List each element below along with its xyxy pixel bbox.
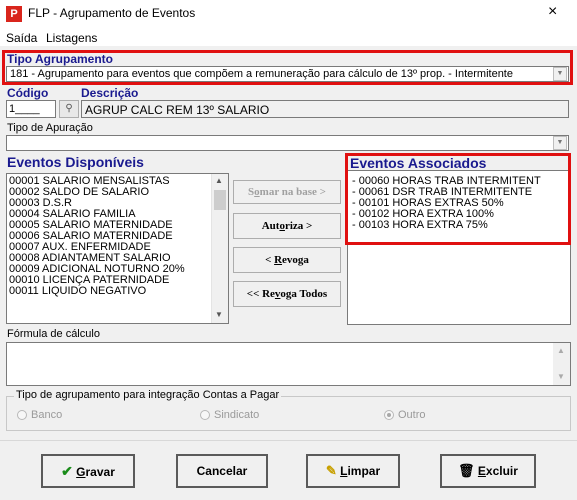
- eventos-associados-items: - 00060 HORAS TRAB INTERMITENT - 00061 D…: [352, 176, 541, 231]
- tipo-agrupamento-value: 181 - Agrupamento para eventos que compõ…: [10, 68, 513, 80]
- button-label: oga Todos: [280, 288, 328, 300]
- radio-outro-label: Outro: [398, 409, 426, 421]
- broom-icon: ✎: [325, 463, 337, 478]
- app-logo-icon: P: [6, 6, 22, 22]
- window-title: FLP - Agrupamento de Eventos: [28, 6, 196, 20]
- button-label: <: [265, 254, 275, 266]
- formula-label: Fórmula de cálculo: [7, 328, 100, 340]
- trash-icon: 🗑: [458, 463, 475, 478]
- revoga-todos-button[interactable]: << Revoga Todos: [233, 281, 341, 307]
- button-label: mar na base >: [259, 186, 326, 198]
- button-label: xcluir: [485, 464, 518, 478]
- checkmark-icon: ✔: [61, 463, 73, 479]
- list-scrollbar[interactable]: ▲ ▼: [211, 174, 228, 323]
- button-label: riza >: [284, 220, 313, 232]
- gravar-button[interactable]: ✔ Gravar: [41, 454, 135, 488]
- button-label: << Re: [246, 288, 275, 300]
- list-item[interactable]: 00011 LIQUIDO NEGATIVO: [9, 286, 185, 297]
- codigo-label: Código: [7, 86, 49, 100]
- tipo-apuracao-label: Tipo de Apuração: [7, 122, 93, 134]
- descricao-input[interactable]: AGRUP CALC REM 13º SALARIO: [81, 100, 569, 118]
- scrollbar-thumb[interactable]: [214, 190, 226, 210]
- button-label: ravar: [85, 465, 115, 479]
- descricao-label: Descrição: [81, 86, 139, 100]
- radio-selected-dot: [387, 413, 391, 417]
- radio-banco[interactable]: [17, 410, 27, 420]
- radio-sindicato[interactable]: [200, 410, 210, 420]
- cancelar-button[interactable]: Cancelar: [176, 454, 268, 488]
- button-label: Aut: [261, 220, 280, 232]
- formula-textarea[interactable]: [6, 342, 571, 386]
- formula-scrollbar[interactable]: ▲ ▼: [553, 343, 570, 385]
- chevron-down-icon[interactable]: ▼: [557, 372, 565, 381]
- eventos-associados-label: Eventos Associados: [350, 155, 487, 171]
- button-label: impar: [347, 464, 381, 478]
- codigo-input[interactable]: 1____: [6, 100, 56, 118]
- tipo-apuracao-select[interactable]: [6, 135, 569, 151]
- radio-outro[interactable]: [384, 410, 394, 420]
- eventos-disponiveis-list[interactable]: 00001 SALARIO MENSALISTAS 00002 SALDO DE…: [6, 173, 229, 324]
- radio-banco-label: Banco: [31, 409, 63, 421]
- revoga-button[interactable]: < Revoga: [233, 247, 341, 273]
- button-label: Cancelar: [196, 464, 248, 478]
- button-label: E: [477, 464, 486, 478]
- menu-saida[interactable]: Saída: [6, 31, 37, 45]
- tipo-agrupamento-select[interactable]: 181 - Agrupamento para eventos que compõ…: [6, 66, 569, 82]
- tipo-agrupamento-label: Tipo Agrupamento: [7, 52, 113, 66]
- chevron-down-icon[interactable]: ▼: [553, 136, 567, 150]
- list-item[interactable]: - 00103 HORA EXTRA 75%: [352, 220, 541, 231]
- radio-sindicato-label: Sindicato: [214, 409, 260, 421]
- somar-na-base-button[interactable]: Somar na base >: [233, 180, 341, 204]
- contas-pagar-group: [6, 396, 571, 431]
- binoculars-icon[interactable]: ⚲: [59, 100, 79, 118]
- eventos-disponiveis-label: Eventos Disponíveis: [7, 154, 144, 170]
- contas-pagar-label: Tipo de agrupamento para integração Cont…: [14, 389, 282, 401]
- button-label: evoga: [282, 254, 309, 266]
- button-label: R: [274, 254, 283, 266]
- chevron-down-icon[interactable]: ▼: [215, 310, 223, 319]
- close-icon[interactable]: ×: [548, 3, 557, 21]
- chevron-down-icon[interactable]: ▼: [553, 67, 567, 81]
- limpar-button[interactable]: ✎ Limpar: [306, 454, 400, 488]
- chevron-up-icon[interactable]: ▲: [557, 346, 565, 355]
- menu-listagens[interactable]: Listagens: [46, 31, 97, 45]
- autoriza-button[interactable]: Autoriza >: [233, 213, 341, 239]
- excluir-button[interactable]: 🗑 Excluir: [440, 454, 536, 488]
- button-label: G: [76, 465, 86, 479]
- chevron-up-icon[interactable]: ▲: [215, 176, 223, 185]
- divider: [0, 440, 577, 441]
